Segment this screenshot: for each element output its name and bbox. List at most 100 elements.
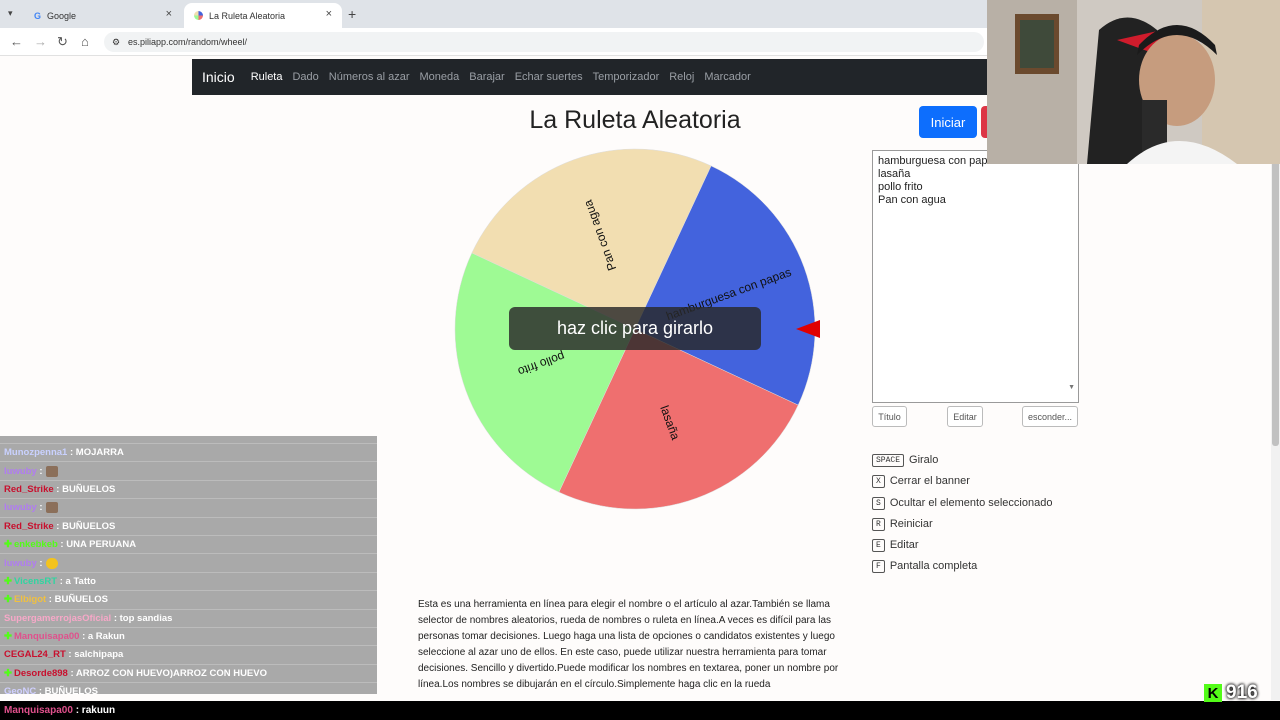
chat-message: : a Rakun xyxy=(79,631,125,643)
chat-row: CEGAL24_RT : salchipapa xyxy=(0,646,377,665)
chat-username: luwuby xyxy=(4,465,37,477)
reload-icon[interactable]: ↻ xyxy=(57,34,68,50)
hide-button[interactable]: esconder... xyxy=(1022,406,1078,427)
name-line: lasaña xyxy=(878,168,911,180)
description-text: Esta es una herramienta en línea para el… xyxy=(418,599,839,690)
nav-brand-home[interactable]: Inicio xyxy=(202,69,235,85)
key-badge: R xyxy=(872,517,885,531)
key-badge: E xyxy=(872,538,885,552)
subscriber-badge-icon: ✚ xyxy=(4,667,12,679)
chat-username: SupergamerrojasOficial xyxy=(4,612,112,624)
names-textarea[interactable]: hamburguesa con papas lasaña pollo frito… xyxy=(872,150,1079,403)
shortcut-fullscreen: F Pantalla completa xyxy=(872,557,977,575)
chat-emote-icon xyxy=(45,465,58,477)
nav-link-temporizador[interactable]: Temporizador xyxy=(593,71,660,83)
back-icon[interactable]: ← xyxy=(10,34,23,49)
shortcut-reset: R Reiniciar xyxy=(872,515,933,533)
google-icon: G xyxy=(34,10,42,21)
nav-link-ruleta[interactable]: Ruleta xyxy=(251,71,283,83)
chat-username: luwuby xyxy=(4,557,37,569)
wheel-favicon-icon xyxy=(194,11,203,20)
chat-username: Elbigot xyxy=(13,594,47,606)
shortcut-hide-selected: S Ocultar el elemento seleccionado xyxy=(872,494,1052,512)
nav-link-moneda[interactable]: Moneda xyxy=(419,71,459,83)
chat-row: GeoNC : BUÑUELOS xyxy=(0,683,377,694)
name-line: Pan con agua xyxy=(878,194,946,206)
key-badge: F xyxy=(872,559,885,573)
edit-button[interactable]: Editar xyxy=(947,406,983,427)
chat-row: luwuby : xyxy=(0,554,377,573)
spin-prompt[interactable]: haz clic para girarlo xyxy=(509,307,761,350)
viewer-count: K 916 xyxy=(1204,682,1278,704)
chat-message: : ARROZ CON HUEVO)ARROZ CON HUEVO xyxy=(67,667,267,679)
shortcut-label: Editar xyxy=(889,539,919,551)
chat-message: : BUÑUELOS xyxy=(46,594,108,606)
chat-username: Red_Strike xyxy=(4,520,54,532)
nav-link-numeros[interactable]: Números al azar xyxy=(329,71,410,83)
home-icon[interactable]: ⌂ xyxy=(81,34,89,49)
nav-link-barajar[interactable]: Barajar xyxy=(469,71,504,83)
chat-row: Red_Strike : BUÑUELOS xyxy=(0,481,377,500)
subscriber-badge-icon: ✚ xyxy=(4,575,12,587)
chat-username: enkebkeb xyxy=(13,539,58,551)
url-text: es.piliapp.com/random/wheel/ xyxy=(128,37,248,47)
nav-link-reloj[interactable]: Reloj xyxy=(669,71,694,83)
stream-chat: Munozpenna1 : MOJARRA luwuby : Red_Strike … xyxy=(0,436,377,694)
chat-message: : a Tatto xyxy=(57,575,96,587)
shortcut-spin: SPACE Giralo xyxy=(872,451,938,469)
chat-message: : salchipapa xyxy=(65,649,124,661)
chat-row: ✚ Manquisapa00 : a Rakun xyxy=(0,628,377,647)
shortcut-label: Ocultar el elemento seleccionado xyxy=(889,497,1053,509)
chat-row: ✚ enkebkeb : UNA PERUANA xyxy=(0,536,377,555)
close-tab-icon[interactable]: × xyxy=(326,8,332,20)
shortcut-close-banner: X Cerrar el banner xyxy=(872,472,970,490)
key-badge: S xyxy=(872,496,885,510)
wheel-pointer-icon xyxy=(796,320,820,338)
chat-row: ✚ VicensRT : a Tatto xyxy=(0,573,377,592)
close-tab-icon[interactable]: × xyxy=(166,8,172,20)
tab-ruleta[interactable]: La Ruleta Aleatoria × xyxy=(184,3,342,28)
chat-username: CEGAL24_RT xyxy=(4,649,66,661)
chat-message: : top sandias xyxy=(111,612,173,624)
url-input[interactable]: ⚙ es.piliapp.com/random/wheel/ xyxy=(104,32,984,52)
chat-message: : BUÑUELOS xyxy=(53,483,116,495)
key-badge: SPACE xyxy=(872,453,905,467)
kick-logo-icon: K xyxy=(1204,684,1222,702)
tab-google[interactable]: G Google × xyxy=(24,3,182,28)
shortcut-label: Giralo xyxy=(909,454,939,466)
chat-latest-message: Manquisapa00 : rakuun xyxy=(0,701,1280,720)
textarea-scroll-down-icon[interactable]: ▼ xyxy=(1068,381,1075,394)
chat-row: ✚ Elbigot : BUÑUELOS xyxy=(0,591,377,610)
chat-row: Munozpenna1 : MOJARRA xyxy=(0,444,377,463)
site-navbar: Inicio Ruleta Dado Números al azar Moned… xyxy=(192,59,992,95)
chat-row: luwuby : xyxy=(0,499,377,518)
start-button[interactable]: Iniciar xyxy=(919,106,977,138)
nav-link-echar-suertes[interactable]: Echar suertes xyxy=(515,71,583,83)
new-tab-icon[interactable]: + xyxy=(348,6,356,22)
chat-emote-icon xyxy=(45,557,58,569)
chat-message: : UNA PERUANA xyxy=(57,539,137,551)
shortcut-label: Pantalla completa xyxy=(889,560,978,572)
viewer-number: 916 xyxy=(1226,682,1258,703)
name-line: pollo frito xyxy=(878,181,923,193)
nav-link-marcador[interactable]: Marcador xyxy=(704,71,750,83)
chat-message: : xyxy=(36,557,43,569)
tab-label: Google xyxy=(47,10,77,21)
subscriber-badge-icon: ✚ xyxy=(4,594,12,606)
chat-username: Manquisapa00 xyxy=(4,705,73,716)
chat-row xyxy=(0,436,377,444)
site-info-icon[interactable]: ⚙ xyxy=(112,32,120,52)
title-button[interactable]: Título xyxy=(872,406,907,427)
chat-username: GeoNC xyxy=(4,686,37,694)
chat-row: ✚ Desorde898 : ARROZ CON HUEVO)ARROZ CON … xyxy=(0,665,377,684)
chat-row: Red_Strike : BUÑUELOS xyxy=(0,518,377,536)
subscriber-badge-icon: ✚ xyxy=(4,539,12,551)
chat-row: SupergamerrojasOficial : top sandias xyxy=(0,610,377,628)
chat-username: Manquisapa00 xyxy=(13,631,80,643)
key-badge: X xyxy=(872,474,885,488)
tab-list-chevron-icon[interactable]: ▾ xyxy=(8,8,13,19)
shortcut-edit: E Editar xyxy=(872,536,919,554)
nav-link-dado[interactable]: Dado xyxy=(292,71,318,83)
forward-icon[interactable]: → xyxy=(34,34,47,49)
chat-username: Red_Strike xyxy=(4,483,54,495)
